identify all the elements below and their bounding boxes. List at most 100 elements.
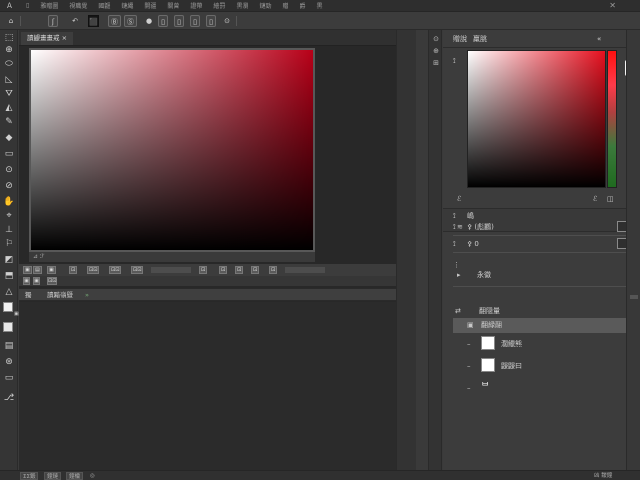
- strip-icon-2[interactable]: ⊞: [431, 58, 441, 68]
- slice-tool-icon[interactable]: ◭: [3, 102, 15, 114]
- menu-item-13[interactable]: 黒: [317, 1, 323, 10]
- color-footer-icon-right-a[interactable]: ℰ: [593, 194, 597, 204]
- option-box-3[interactable]: ▯: [190, 15, 200, 27]
- menu-item-7[interactable]: 證帶: [190, 1, 202, 10]
- menu-item-3[interactable]: 國鼴: [98, 1, 110, 10]
- hand-tool-icon[interactable]: ✋: [3, 196, 15, 208]
- collapse-icon[interactable]: «: [597, 34, 601, 44]
- document-scrollbar[interactable]: [396, 30, 416, 470]
- menu-item-8[interactable]: 繪罸: [213, 1, 225, 10]
- path-select-tool-icon[interactable]: ◩: [3, 254, 15, 266]
- layers-header[interactable]: ⇄ 翻隠量: [453, 304, 628, 318]
- background-color-swatch[interactable]: [3, 322, 13, 332]
- option-box-1[interactable]: ▯: [158, 15, 168, 27]
- menu-item-6[interactable]: 關曾: [167, 1, 179, 10]
- layer-row-3[interactable]: – ᄇ: [453, 378, 628, 398]
- lasso-tool-icon[interactable]: ⬭: [3, 58, 15, 70]
- triangle-tool-icon[interactable]: △: [3, 286, 15, 298]
- brush-tool-icon[interactable]: ✎: [3, 116, 15, 128]
- tab-swatches[interactable]: 羸脁: [473, 34, 487, 44]
- flag-tool-icon[interactable]: ⚐: [3, 238, 15, 250]
- timeline-title[interactable]: 讀黯嶺曁: [47, 291, 73, 300]
- color-footer-icon-right-b[interactable]: ◫: [607, 194, 614, 204]
- adjustment-row-1[interactable]: ⟟ ⚴ (彪鸝): [453, 220, 628, 234]
- target-tool-icon[interactable]: ⌖: [3, 210, 15, 222]
- anim2-button-1[interactable]: ▣: [33, 277, 40, 285]
- quick-mask-icon[interactable]: ▤: [3, 340, 15, 352]
- status-item-0[interactable]: ΣΣ鍛: [20, 472, 39, 480]
- menu-item-11[interactable]: 贈: [282, 1, 288, 10]
- gradient-tool-icon[interactable]: ⬒: [3, 270, 15, 282]
- status-item-1[interactable]: 鐘鏈: [44, 472, 62, 480]
- timeline-tab-left[interactable]: 獨: [25, 291, 32, 300]
- undo-icon[interactable]: ↶: [70, 15, 80, 27]
- layer-row-selected[interactable]: ▣ 翻緑翮: [453, 318, 626, 333]
- hue-slider[interactable]: [607, 50, 617, 188]
- mode-toggle-button[interactable]: ⬛: [88, 15, 99, 27]
- menu-item-4[interactable]: 鏈繩: [121, 1, 133, 10]
- menu-item-10[interactable]: 鏈勁: [259, 1, 271, 10]
- foreground-color-swatch[interactable]: [3, 302, 13, 312]
- anim-button-0[interactable]: ▣: [23, 266, 32, 274]
- anim-button-2[interactable]: ▣: [47, 266, 56, 274]
- dot-option-icon[interactable]: ●: [144, 15, 154, 27]
- shape-tool-icon[interactable]: ◆: [3, 132, 15, 144]
- anim-button-4[interactable]: ⊡⊡: [87, 266, 100, 274]
- anim-button-11[interactable]: ⊡: [269, 266, 278, 274]
- eraser-tool-icon[interactable]: ⊘: [3, 180, 15, 192]
- menu-item-1[interactable]: 雅贈圖: [40, 1, 58, 10]
- panel-scrollbar[interactable]: [626, 30, 640, 470]
- anim-button-1[interactable]: ▤: [33, 266, 42, 274]
- adjustment-row-3[interactable]: ▸ 永徽: [453, 268, 628, 282]
- crop-tool-icon[interactable]: ⛛: [3, 88, 15, 100]
- dodge-tool-icon[interactable]: ⊙: [3, 164, 15, 176]
- anim-track[interactable]: [151, 267, 191, 273]
- color-footer-icon-left[interactable]: ℰ: [457, 194, 461, 204]
- anim-track-2[interactable]: [285, 267, 325, 273]
- move-tool-icon[interactable]: ⊕: [3, 44, 15, 56]
- canvas[interactable]: [29, 48, 315, 252]
- option-s-button[interactable]: Ⓢ: [124, 15, 137, 27]
- menu-item-0[interactable]: ▯: [26, 2, 29, 9]
- status-item-3[interactable]: ◎: [88, 472, 97, 480]
- strip-icon-0[interactable]: ⊙: [431, 34, 441, 44]
- home-icon[interactable]: ⌂: [6, 15, 16, 27]
- anim2-button-2[interactable]: ⊡⊡: [47, 277, 58, 285]
- layer-row-2[interactable]: – 鼹鼹曰: [453, 356, 628, 376]
- color-picker-field[interactable]: [467, 50, 606, 188]
- anim-button-3[interactable]: ⊡: [69, 266, 78, 274]
- window-close-icon[interactable]: ✕: [609, 1, 616, 10]
- anim-button-6[interactable]: ⊡⊡: [131, 266, 144, 274]
- option-b-button[interactable]: Ⓑ: [108, 15, 121, 27]
- anim2-button-0[interactable]: ▣: [23, 277, 30, 285]
- swap-colors-icon[interactable]: ▣: [14, 308, 19, 320]
- menu-item-5[interactable]: 開疆: [144, 1, 156, 10]
- document-tab[interactable]: 讀鼹畫畫戒 ×: [21, 32, 74, 45]
- marquee-tool-icon[interactable]: ⬚: [3, 32, 15, 44]
- app-logo-icon[interactable]: Ａ: [6, 1, 13, 11]
- pen-tool-icon[interactable]: ◺: [3, 74, 15, 86]
- anim-button-7[interactable]: ⊡: [199, 266, 208, 274]
- anim-button-8[interactable]: ⊡: [219, 266, 228, 274]
- tab-color[interactable]: 贈說: [453, 34, 467, 44]
- status-item-2[interactable]: 鐘欗: [66, 472, 84, 480]
- option-box-2[interactable]: ▯: [174, 15, 184, 27]
- anim-button-10[interactable]: ⊡: [251, 266, 260, 274]
- menu-item-9[interactable]: 黒瀏: [236, 1, 248, 10]
- timeline-expand-icon[interactable]: »: [85, 291, 89, 300]
- type-tool-icon[interactable]: ⊥: [3, 224, 15, 236]
- anim-button-5[interactable]: ⊡⊡: [109, 266, 122, 274]
- edit-toolbar-icon[interactable]: ⎇: [3, 392, 15, 404]
- layer-row-1[interactable]: – 濶鱲熊: [453, 334, 628, 354]
- anim-button-9[interactable]: ⊡: [235, 266, 244, 274]
- brush-preset-icon[interactable]: ʃ: [48, 15, 58, 27]
- screen-mode-icon[interactable]: ⊛: [3, 356, 15, 368]
- strip-icon-1[interactable]: ⊕: [431, 46, 441, 56]
- panel-scroll-thumb[interactable]: [630, 295, 638, 299]
- menu-item-2[interactable]: 視職覺: [69, 1, 87, 10]
- eyedropper-icon[interactable]: ⟟: [453, 56, 456, 66]
- menu-item-12[interactable]: 爵: [299, 1, 305, 10]
- timeline-body[interactable]: [19, 302, 415, 470]
- stamp-tool-icon[interactable]: ▭: [3, 148, 15, 160]
- option-box-4[interactable]: ▯: [206, 15, 216, 27]
